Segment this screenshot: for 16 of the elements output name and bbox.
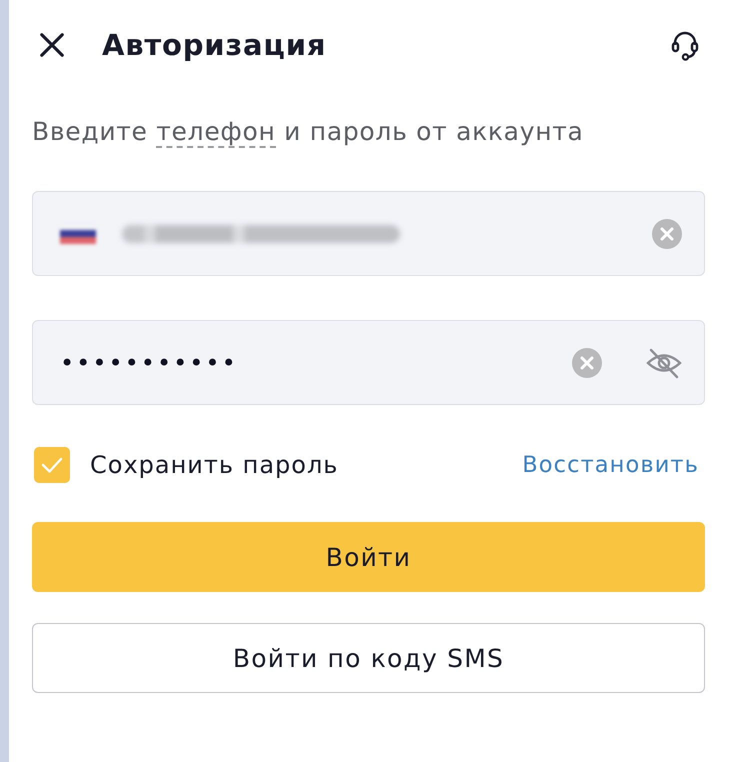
headset-icon[interactable] <box>669 29 701 61</box>
instruction-text: Введите телефон и пароль от аккаунта <box>32 116 585 148</box>
password-value: ••••••••••• <box>60 348 238 376</box>
window-title: Авторизация <box>102 28 326 62</box>
close-icon[interactable] <box>39 32 65 58</box>
sms-login-button[interactable]: Войти по коду SMS <box>32 623 705 693</box>
clear-icon[interactable] <box>652 218 682 248</box>
remember-checkbox[interactable] <box>34 447 70 483</box>
phone-hint-link[interactable]: телефон <box>156 117 276 148</box>
clear-icon[interactable] <box>572 348 602 378</box>
phone-field[interactable] <box>32 191 705 276</box>
password-field[interactable]: ••••••••••• <box>32 320 705 405</box>
eye-slash-icon[interactable] <box>646 346 682 378</box>
restore-link[interactable]: Восстановить <box>522 452 699 478</box>
remember-label: Сохранить пароль <box>90 451 338 479</box>
login-button[interactable]: Войти <box>32 522 705 592</box>
